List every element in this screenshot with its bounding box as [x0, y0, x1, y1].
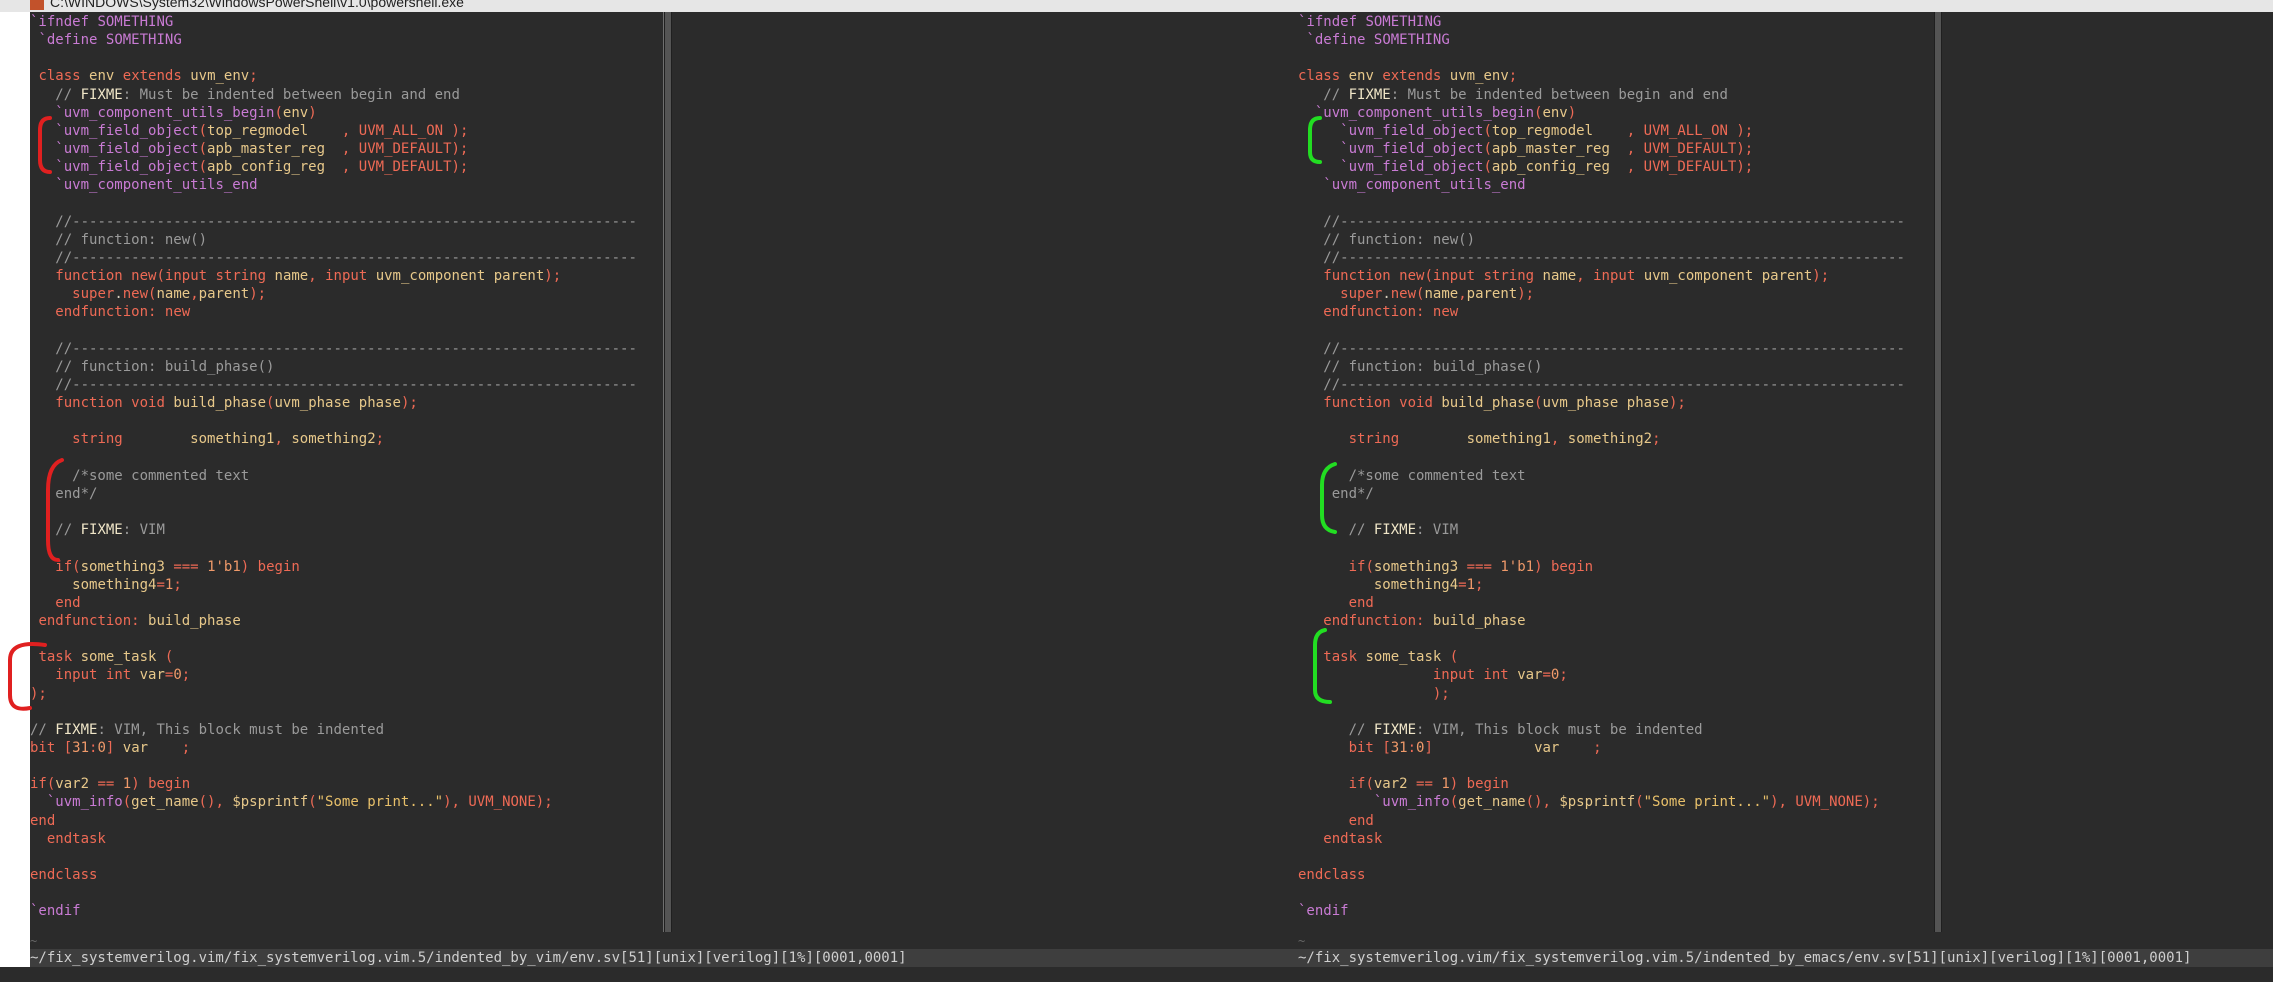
- left-code-line[interactable]: input int var=0;: [30, 666, 190, 684]
- left-code-line[interactable]: something4=1;: [30, 576, 182, 594]
- left-code-line[interactable]: function new(input string name, input uv…: [30, 267, 561, 285]
- left-code-line[interactable]: //--------------------------------------…: [30, 376, 637, 394]
- right-code-line[interactable]: );: [1298, 685, 1450, 703]
- right-code-line[interactable]: bit [31:0] var ;: [1298, 739, 1602, 757]
- left-margin: [0, 12, 30, 967]
- left-code-line[interactable]: endfunction: build_phase: [30, 612, 240, 630]
- right-code-line[interactable]: //--------------------------------------…: [1298, 340, 1905, 358]
- left-code-line[interactable]: function void build_phase(uvm_phase phas…: [30, 394, 418, 412]
- left-code-line[interactable]: string something1, something2;: [30, 430, 384, 448]
- status-bar-left: ~/fix_systemverilog.vim/fix_systemverilo…: [30, 949, 1298, 967]
- right-code-line[interactable]: `uvm_field_object(top_regmodel , UVM_ALL…: [1298, 122, 1753, 140]
- window-titlebar: C:\WINDOWS\System32\WindowsPowerShell\v1…: [0, 0, 2273, 12]
- right-code-line[interactable]: `uvm_field_object(apb_master_reg , UVM_D…: [1298, 140, 1753, 158]
- right-code-line[interactable]: end: [1298, 594, 1374, 612]
- left-code-line[interactable]: // FIXME: VIM: [30, 521, 165, 539]
- right-code-line[interactable]: something4=1;: [1298, 576, 1484, 594]
- left-code-line[interactable]: /*some commented text: [30, 467, 249, 485]
- right-code-line[interactable]: // FIXME: VIM, This block must be indent…: [1298, 721, 1703, 739]
- left-code-line[interactable]: `uvm_field_object(apb_master_reg , UVM_D…: [30, 140, 468, 158]
- left-empty-line-marker: ~: [30, 934, 38, 948]
- right-code-line[interactable]: `endif: [1298, 902, 1349, 920]
- right-empty-line-marker: ~: [1298, 934, 1306, 948]
- left-code-line[interactable]: super.new(name,parent);: [30, 285, 266, 303]
- right-code-line[interactable]: `uvm_component_utils_end: [1298, 176, 1525, 194]
- left-code-line[interactable]: end*/: [30, 485, 97, 503]
- right-code-line[interactable]: // FIXME: VIM: [1298, 521, 1459, 539]
- right-code-line[interactable]: `uvm_info(get_name(), $psprintf("Some pr…: [1298, 793, 1880, 811]
- left-code-line[interactable]: task some_task (: [30, 648, 173, 666]
- left-code-line[interactable]: `ifndef SOMETHING: [30, 13, 173, 31]
- right-code-line[interactable]: endclass: [1298, 866, 1365, 884]
- scrollbar-thumb-right[interactable]: [1935, 12, 1941, 932]
- scrollbar-right[interactable]: [1934, 12, 1942, 932]
- right-code-line[interactable]: super.new(name,parent);: [1298, 285, 1534, 303]
- right-code-line[interactable]: `uvm_component_utils_begin(env): [1298, 104, 1576, 122]
- left-code-line[interactable]: `uvm_info(get_name(), $psprintf("Some pr…: [30, 793, 553, 811]
- right-code-line[interactable]: input int var=0;: [1298, 666, 1568, 684]
- left-code-line[interactable]: endtask: [30, 830, 106, 848]
- left-code-line[interactable]: endclass: [30, 866, 97, 884]
- left-code-line[interactable]: end: [30, 594, 80, 612]
- left-code-line[interactable]: class env extends uvm_env;: [30, 67, 257, 85]
- right-code-line[interactable]: //--------------------------------------…: [1298, 376, 1905, 394]
- left-code-line[interactable]: end: [30, 812, 55, 830]
- editor-pane-right[interactable]: `ifndef SOMETHING `define SOMETHING class…: [1298, 12, 2273, 949]
- left-code-line[interactable]: endfunction: new: [30, 303, 190, 321]
- left-code-line[interactable]: // FIXME: Must be indented between begin…: [30, 86, 460, 104]
- scrollbar-left[interactable]: [664, 12, 672, 932]
- left-code-line[interactable]: `uvm_component_utils_begin(env): [30, 104, 316, 122]
- right-code-line[interactable]: `ifndef SOMETHING: [1298, 13, 1441, 31]
- editor-pane-left[interactable]: `ifndef SOMETHING `define SOMETHING clas…: [30, 12, 1298, 949]
- right-code-line[interactable]: task some_task (: [1298, 648, 1458, 666]
- right-code-line[interactable]: if(var2 == 1) begin: [1298, 775, 1509, 793]
- right-code-line[interactable]: end*/: [1298, 485, 1374, 503]
- right-code-line[interactable]: `define SOMETHING: [1298, 31, 1449, 49]
- left-code-line[interactable]: `uvm_field_object(apb_config_reg , UVM_D…: [30, 158, 468, 176]
- left-code-line[interactable]: `define SOMETHING: [30, 31, 181, 49]
- left-code-line[interactable]: `uvm_field_object(top_regmodel , UVM_ALL…: [30, 122, 468, 140]
- scrollbar-thumb-left[interactable]: [665, 12, 671, 932]
- right-code-line[interactable]: endfunction: new: [1298, 303, 1458, 321]
- left-code-line[interactable]: `uvm_component_utils_end: [30, 176, 257, 194]
- left-code-line[interactable]: if(something3 === 1'b1) begin: [30, 558, 300, 576]
- right-code-line[interactable]: // FIXME: Must be indented between begin…: [1298, 86, 1728, 104]
- left-code-line[interactable]: //--------------------------------------…: [30, 340, 637, 358]
- right-code-line[interactable]: //--------------------------------------…: [1298, 213, 1905, 231]
- right-code-line[interactable]: `uvm_field_object(apb_config_reg , UVM_D…: [1298, 158, 1753, 176]
- right-code-line[interactable]: function void build_phase(uvm_phase phas…: [1298, 394, 1686, 412]
- left-code-line[interactable]: // function: build_phase(): [30, 358, 274, 376]
- right-code-line[interactable]: /*some commented text: [1298, 467, 1526, 485]
- left-code-line[interactable]: );: [30, 685, 47, 703]
- right-code-line[interactable]: endfunction: build_phase: [1298, 612, 1525, 630]
- right-code-line[interactable]: // function: build_phase(): [1298, 358, 1542, 376]
- right-code-line[interactable]: string something1, something2;: [1298, 430, 1661, 448]
- powershell-icon: [30, 0, 44, 10]
- left-code-line[interactable]: // function: new(): [30, 231, 207, 249]
- left-code-line[interactable]: bit [31:0] var ;: [30, 739, 190, 757]
- right-code-line[interactable]: end: [1298, 812, 1374, 830]
- right-code-line[interactable]: // function: new(): [1298, 231, 1475, 249]
- left-code-line[interactable]: `endif: [30, 902, 81, 920]
- window-title: C:\WINDOWS\System32\WindowsPowerShell\v1…: [50, 0, 464, 10]
- command-line[interactable]: [0, 967, 2273, 982]
- right-code-line[interactable]: class env extends uvm_env;: [1298, 67, 1517, 85]
- left-code-line[interactable]: //--------------------------------------…: [30, 213, 637, 231]
- right-code-line[interactable]: if(something3 === 1'b1) begin: [1298, 558, 1594, 576]
- right-code-line[interactable]: endtask: [1298, 830, 1382, 848]
- status-bar-right: ~/fix_systemverilog.vim/fix_systemverilo…: [1298, 949, 2273, 967]
- left-code-line[interactable]: // FIXME: VIM, This block must be indent…: [30, 721, 384, 739]
- left-code-line[interactable]: //--------------------------------------…: [30, 249, 637, 267]
- right-code-line[interactable]: //--------------------------------------…: [1298, 249, 1905, 267]
- right-code-line[interactable]: function new(input string name, input uv…: [1298, 267, 1829, 285]
- left-code-line[interactable]: if(var2 == 1) begin: [30, 775, 190, 793]
